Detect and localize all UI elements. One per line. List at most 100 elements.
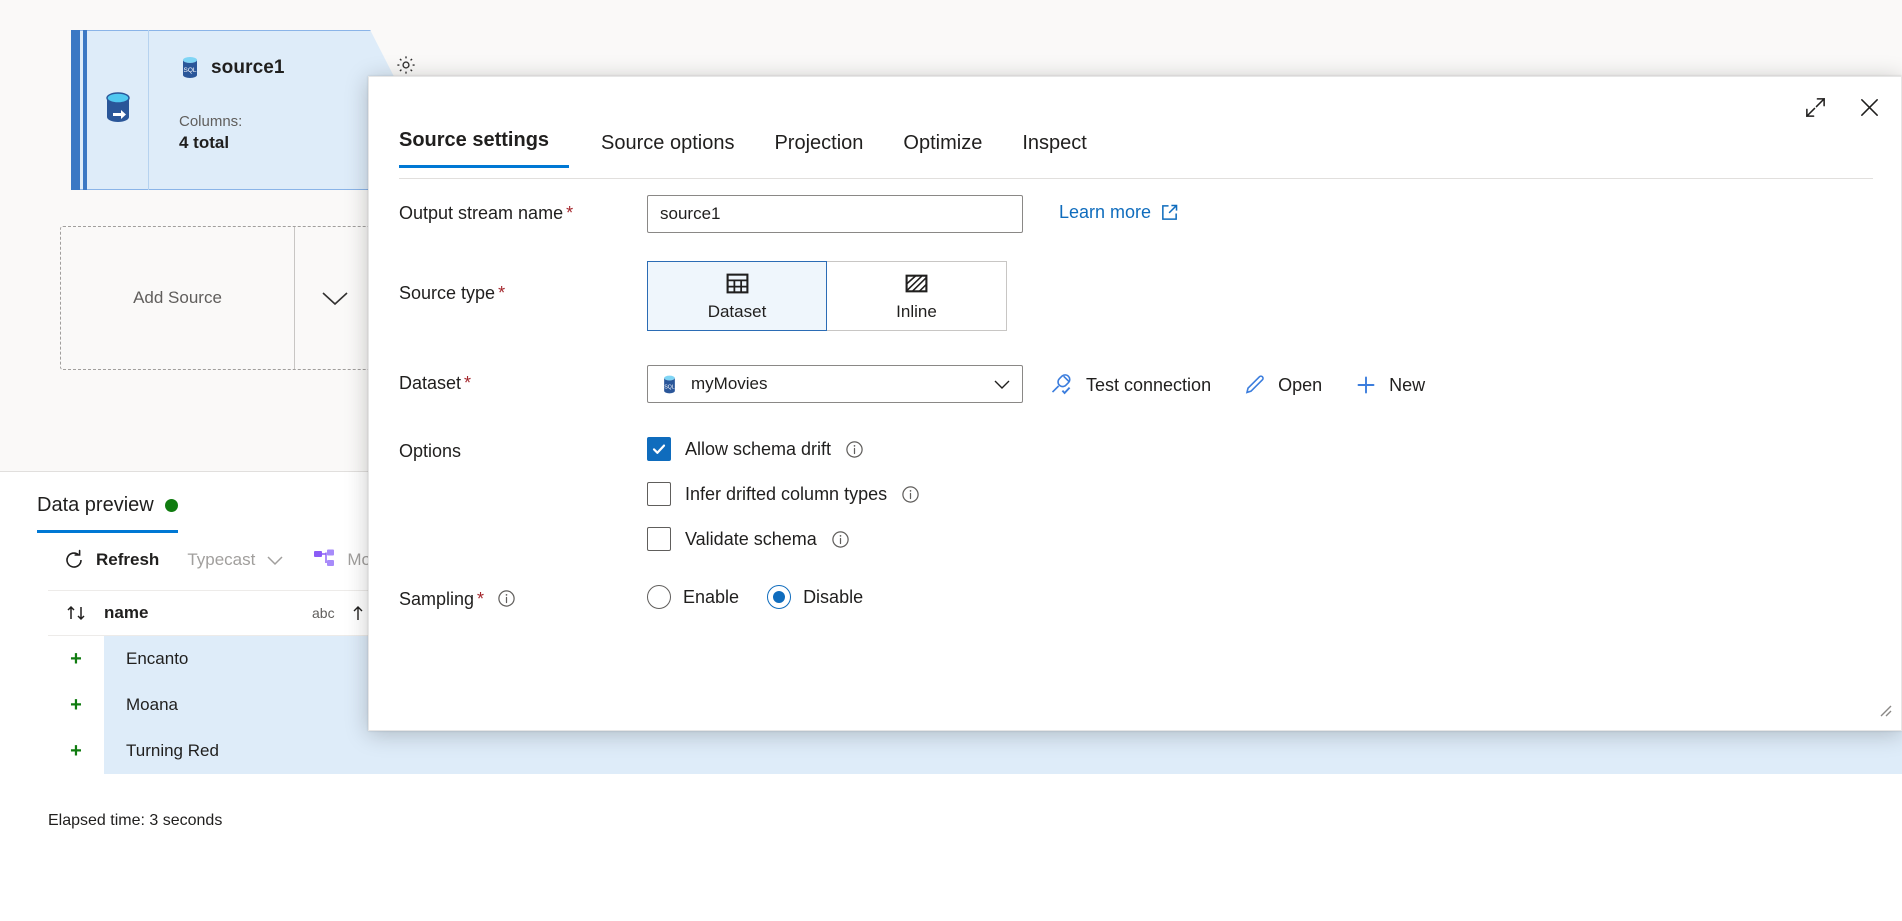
label-text: Dataset <box>399 373 461 393</box>
dataset-combobox[interactable]: SQL myMovies <box>647 365 1023 403</box>
dataset-actions: Test connection Open New <box>1049 365 1441 401</box>
source-type-toggle-group: Dataset Inline <box>647 261 1007 331</box>
plug-check-icon <box>1049 373 1075 397</box>
cell-name: Turning Red <box>104 728 1902 774</box>
radio-ring <box>647 585 671 609</box>
tab-optimize[interactable]: Optimize <box>883 132 1002 168</box>
refresh-icon <box>62 548 86 572</box>
columns-value: 4 total <box>179 132 242 154</box>
source-type-option-inline-label: Inline <box>896 302 937 322</box>
sampling-radio-group: Enable Disable <box>647 581 875 609</box>
checkbox-box <box>647 482 671 506</box>
sort-icon[interactable] <box>48 602 104 624</box>
new-dataset-label: New <box>1389 375 1425 396</box>
output-stream-name-input[interactable] <box>647 195 1023 233</box>
table-row[interactable]: + Turning Red <box>48 728 1902 774</box>
checkbox-validate-schema[interactable]: Validate schema <box>647 527 920 551</box>
resize-grip-icon[interactable] <box>1874 699 1892 722</box>
radio-sampling-disable[interactable]: Disable <box>767 585 863 609</box>
close-icon[interactable] <box>1853 91 1885 123</box>
typecast-label: Typecast <box>187 550 255 570</box>
learn-more-label: Learn more <box>1059 202 1151 223</box>
radio-sampling-disable-label: Disable <box>803 587 863 608</box>
source-node[interactable]: SQL source1 Columns: 4 total <box>71 30 411 190</box>
checkbox-box <box>647 527 671 551</box>
source-type-option-inline[interactable]: Inline <box>827 261 1007 331</box>
required-marker: * <box>566 203 573 223</box>
refresh-label: Refresh <box>96 550 159 570</box>
field-options: Options Allow schema drift <box>399 433 1881 551</box>
checkbox-allow-schema-drift-label: Allow schema drift <box>685 439 831 460</box>
arrow-up-icon[interactable] <box>349 603 367 623</box>
checkbox-infer-drifted-column-types[interactable]: Infer drifted column types <box>647 482 920 506</box>
svg-text:SQL: SQL <box>183 67 196 74</box>
new-dataset-button[interactable]: New <box>1338 369 1441 401</box>
add-source-button[interactable]: Add Source <box>60 226 376 370</box>
info-icon[interactable] <box>901 485 920 504</box>
required-marker: * <box>498 283 505 303</box>
source-type-option-dataset-label: Dataset <box>708 302 767 322</box>
options-checkbox-group: Allow schema drift Infer drifted column … <box>647 433 920 551</box>
svg-text:SQL: SQL <box>664 384 674 390</box>
radio-ring <box>767 585 791 609</box>
learn-more-link[interactable]: Learn more <box>1059 195 1179 223</box>
pencil-icon <box>1243 373 1267 397</box>
required-marker: * <box>464 373 471 393</box>
field-sampling: Sampling* Enable <box>399 581 1881 610</box>
tab-source-settings[interactable]: Source settings <box>399 129 569 168</box>
info-icon[interactable] <box>497 589 516 608</box>
refresh-button[interactable]: Refresh <box>48 542 173 578</box>
source-type-label: Source type* <box>399 261 647 304</box>
checkbox-infer-drifted-column-types-label: Infer drifted column types <box>685 484 887 505</box>
inline-dataset-icon <box>904 271 929 296</box>
source-node-header: SQL source1 <box>179 56 285 79</box>
sql-dataset-icon: SQL <box>660 374 679 395</box>
data-preview-toolbar: Refresh Typecast Mo <box>48 542 385 578</box>
field-source-type: Source type* Dataset <box>399 261 1881 331</box>
plus-icon <box>1354 373 1378 397</box>
radio-sampling-enable[interactable]: Enable <box>647 585 739 609</box>
data-preview-tabbar: Data preview <box>37 494 178 533</box>
column-header-name[interactable]: name <box>104 603 324 623</box>
tab-data-preview-label: Data preview <box>37 494 154 517</box>
info-icon[interactable] <box>845 440 864 459</box>
test-connection-label: Test connection <box>1086 375 1211 396</box>
external-link-icon <box>1160 203 1179 222</box>
tab-inspect[interactable]: Inspect <box>1002 132 1106 168</box>
field-output-stream-name: Output stream name* Learn more <box>399 195 1881 233</box>
typecast-button[interactable]: Typecast <box>173 544 299 576</box>
row-insert-icon[interactable]: + <box>48 728 104 774</box>
tab-source-options[interactable]: Source options <box>581 132 754 168</box>
elapsed-time-label: Elapsed time: 3 seconds <box>48 812 222 830</box>
column-type-name: abc <box>312 603 367 623</box>
chevron-down-icon[interactable] <box>992 377 1012 391</box>
row-insert-icon[interactable]: + <box>48 682 104 728</box>
test-connection-button[interactable]: Test connection <box>1049 369 1227 401</box>
dataset-label: Dataset* <box>399 365 647 394</box>
checkbox-box <box>647 437 671 461</box>
open-dataset-button[interactable]: Open <box>1227 369 1338 401</box>
tab-projection[interactable]: Projection <box>754 132 883 168</box>
required-marker: * <box>477 589 484 609</box>
open-dataset-label: Open <box>1278 375 1322 396</box>
source-node-title: source1 <box>211 57 285 79</box>
chevron-down-icon <box>265 553 285 567</box>
source-node-meta: Columns: 4 total <box>179 112 242 154</box>
source-settings-form: Output stream name* Learn more Source ty… <box>399 195 1881 610</box>
app-root: SQL source1 Columns: 4 total <box>0 0 1902 921</box>
info-icon[interactable] <box>831 530 850 549</box>
sampling-label: Sampling* <box>399 581 647 610</box>
checkbox-allow-schema-drift[interactable]: Allow schema drift <box>647 437 920 461</box>
label-text: Sampling <box>399 589 474 609</box>
modify-icon <box>313 549 337 571</box>
checkbox-validate-schema-label: Validate schema <box>685 529 817 550</box>
columns-label: Columns: <box>179 112 242 132</box>
dataset-selected-value: myMovies <box>691 374 980 394</box>
source-type-option-dataset[interactable]: Dataset <box>647 261 827 331</box>
panel-window-actions <box>1799 91 1885 123</box>
tab-data-preview[interactable]: Data preview <box>37 494 178 533</box>
expand-icon[interactable] <box>1799 91 1831 123</box>
chevron-down-icon[interactable] <box>295 287 375 309</box>
label-text: Output stream name <box>399 203 563 223</box>
row-insert-icon[interactable]: + <box>48 636 104 682</box>
